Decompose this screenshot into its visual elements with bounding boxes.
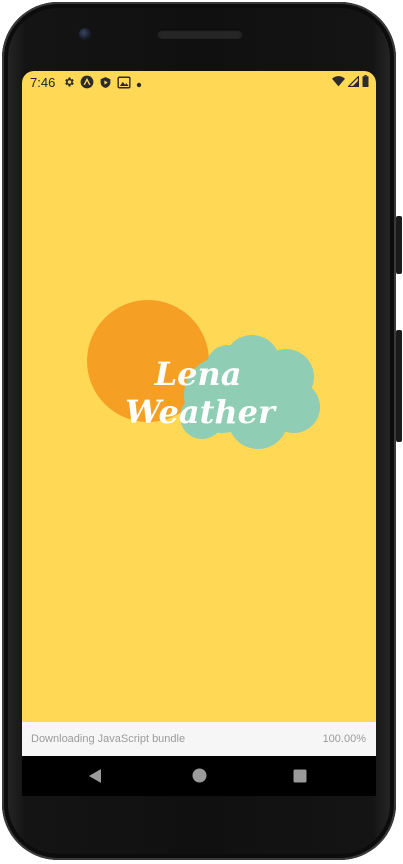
loading-message: Downloading JavaScript bundle	[31, 733, 186, 745]
back-icon[interactable]	[88, 768, 102, 788]
screen: 7:46 Lena Weather Downloading JavaScript…	[22, 71, 376, 796]
wifi-icon	[332, 75, 345, 90]
dot-icon	[136, 77, 142, 91]
front-camera	[79, 28, 91, 40]
logo-title-line2: Weather	[125, 393, 277, 431]
app-logo: Lena Weather	[87, 300, 320, 449]
recents-icon[interactable]	[293, 768, 307, 787]
bundle-loading-bar: Downloading JavaScript bundle 100.00%	[22, 722, 376, 756]
app-logo-icon	[80, 75, 94, 92]
battery-icon	[362, 75, 369, 90]
status-bar: 7:46	[22, 71, 376, 95]
logo-title-line1: Lena	[154, 355, 242, 393]
navigation-bar	[22, 756, 376, 796]
system-icons	[332, 74, 369, 90]
photo-icon	[117, 76, 131, 92]
signal-icon	[347, 74, 360, 90]
earpiece-speaker	[157, 29, 243, 39]
settings-icon	[63, 76, 75, 91]
phone-frame: 7:46 Lena Weather Downloading JavaScript…	[0, 0, 403, 864]
volume-button	[396, 330, 402, 442]
power-button	[396, 216, 402, 274]
status-time: 7:46	[30, 75, 56, 90]
notification-icons	[63, 75, 142, 92]
loading-percent: 100.00%	[322, 733, 366, 745]
splash-screen: Lena Weather	[22, 95, 376, 722]
play-protect-icon	[99, 76, 112, 92]
home-icon[interactable]	[192, 768, 207, 787]
